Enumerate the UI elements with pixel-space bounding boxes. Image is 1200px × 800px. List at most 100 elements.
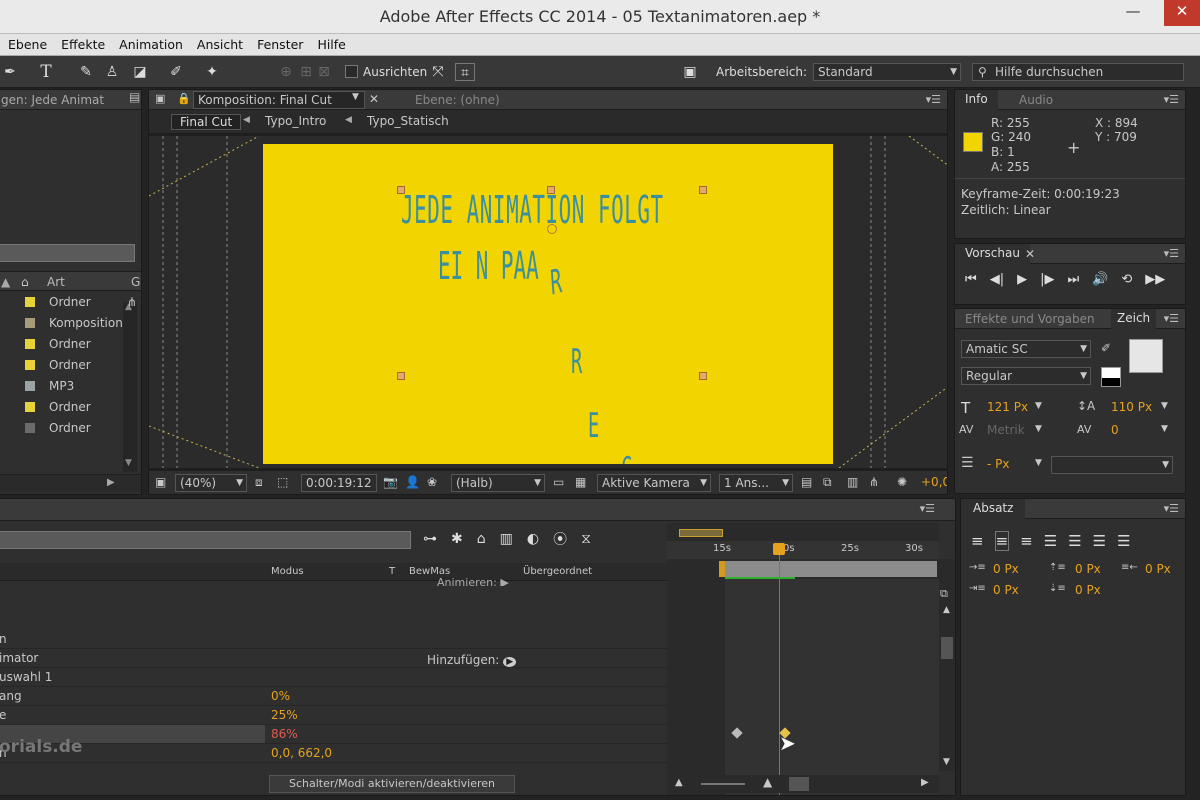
project-item[interactable]: Ordner [0,334,123,354]
col-g-header[interactable]: G [131,275,140,289]
property-value[interactable]: 0% [271,686,290,706]
lock-icon[interactable]: 🔒 [177,92,191,105]
zoom-in-icon[interactable]: ▲ [763,775,772,789]
bounding-handle-tl[interactable] [397,186,405,194]
comp-tab[interactable]: Komposition: Final Cut [193,91,365,109]
first-line-value[interactable]: 0 Px [993,583,1019,597]
timeline-row[interactable]: ang 0% [0,686,667,706]
anchor-point-icon[interactable] [547,224,557,234]
info-tab[interactable]: Info [955,90,998,110]
flowchart-view-icon[interactable]: ⋔ [869,475,879,489]
fill-color-swatch[interactable] [1129,339,1163,373]
font-size-value[interactable]: 121 Px [987,400,1028,414]
canvas-letter-c[interactable]: C [621,450,632,464]
work-area-start-handle[interactable] [719,561,725,577]
menu-ebene[interactable]: Ebene [8,34,47,56]
first-frame-icon[interactable]: ⏮ [965,272,977,287]
reset-exposure-icon[interactable]: ✺ [897,475,907,489]
play-icon[interactable]: ▶ [1017,272,1027,287]
effects-tab[interactable]: Effekte und Vorgaben [965,312,1095,326]
eyedropper-icon[interactable]: ✐ [1101,341,1111,355]
zoom-out-icon[interactable]: ▲ [675,777,683,788]
timeline-row[interactable]: n0,0, 662,0 [0,743,667,763]
brush-tool-icon[interactable]: ✎ [76,63,96,81]
comp-tab-dropdown-icon[interactable]: ▼ [352,92,359,102]
comp-canvas[interactable]: JEDE ANIMATION FOLGT EI N PAA R R E C [263,144,833,464]
sort-arrow-icon[interactable]: ▲ [1,275,10,289]
menu-animation[interactable]: Animation [119,34,183,56]
bounding-handle-tc[interactable] [547,186,555,194]
snapping-toggle-icon[interactable]: ⌗ [455,63,475,81]
font-style-select[interactable]: Regular ▼ [961,367,1091,385]
panel-menu-icon[interactable]: ▾☰ [926,93,941,106]
frame-blending-icon[interactable]: ▥ [500,531,513,547]
preview-tab-close-icon[interactable]: ✕ [1025,247,1035,261]
puppet-tool-icon[interactable]: ✦ [202,63,222,81]
canvas-letter-r1[interactable]: R [549,261,563,303]
zoom-slider[interactable]: ▲ ▲ ▶ [667,775,939,793]
close-tab-icon[interactable]: ▣ [155,92,165,105]
graph-editor-icon[interactable]: ⦿ [553,529,567,549]
label-color-swatch[interactable] [25,423,35,433]
work-area-mini[interactable] [679,529,723,537]
property-value[interactable]: 0,0, 662,0 [271,743,332,763]
col-t-header[interactable]: T [389,566,395,577]
align-left-icon[interactable]: ≡ [971,532,984,550]
col-type-header[interactable]: Art [47,275,65,289]
label-color-swatch[interactable] [25,360,35,370]
playhead-handle[interactable] [773,543,785,555]
space-before-value[interactable]: 0 Px [1075,562,1101,576]
label-color-swatch[interactable] [25,318,35,328]
exposure-value[interactable]: +0,0 [921,475,947,489]
comp-marker-icon[interactable]: ⧉ [940,587,948,601]
layer-tab[interactable]: Ebene: (ohne) [415,93,500,107]
space-after-value[interactable]: 0 Px [1075,583,1101,597]
workspace-select[interactable]: Standard ▼ [813,63,961,81]
ram-preview-icon[interactable]: ▶▶ [1145,272,1165,287]
indent-left-value[interactable]: 0 Px [993,562,1019,576]
timecode-display[interactable]: 0:00:19:12 [301,474,377,492]
last-frame-icon[interactable]: ⏭ [1067,272,1079,287]
timeline-row[interactable]: n [0,629,667,649]
breadcrumb-final-cut[interactable]: Final Cut [171,114,242,130]
fast-preview-icon[interactable]: ⧉ [823,475,832,490]
panel-menu-icon[interactable]: ▾☰ [1164,93,1179,106]
project-item[interactable]: Ordner [0,292,123,312]
roto-brush-tool-icon[interactable]: ✐ [166,63,186,81]
timeline-row[interactable]: uswahl 1 [0,667,667,687]
panel-menu-icon[interactable]: ▤ [129,90,140,104]
transparency-grid-icon[interactable]: ⬚ [277,475,288,489]
prev-frame-icon[interactable]: ◀| [990,272,1004,287]
time-ruler[interactable]: 15s 0s 25s 30s [667,541,939,559]
resolution-select[interactable]: (Halb) ▼ [451,474,545,492]
label-color-swatch[interactable] [25,339,35,349]
label-color-swatch[interactable] [25,297,35,307]
project-tab[interactable]: gen: Jede Animat [1,93,104,107]
leading-value[interactable]: 110 Px [1111,400,1152,414]
align-checkbox[interactable] [345,65,358,78]
canvas-text-line1[interactable]: JEDE ANIMATION FOLGT [401,188,664,232]
timeline-row[interactable]: imator [0,648,667,668]
menu-effekte[interactable]: Effekte [61,34,105,56]
eraser-tool-icon[interactable]: ◪ [130,63,150,81]
axis-local-icon[interactable]: ⊕ [276,63,296,81]
comp-viewer[interactable]: JEDE ANIMATION FOLGT EI N PAA R R E C [149,136,947,468]
minimize-button[interactable]: — [1118,0,1148,26]
toggle-pixel-icon[interactable]: ▤ [801,475,812,489]
canvas-letter-e[interactable]: E [588,406,599,446]
safe-zones-icon[interactable]: ⧈ [255,475,263,490]
tracking-value[interactable]: 0 [1111,423,1119,437]
bounding-handle-bl[interactable] [397,372,405,380]
col-mode-header[interactable]: Modus [271,566,304,577]
close-window-button[interactable]: ✕ [1164,0,1200,26]
audio-tab[interactable]: Audio [1019,93,1053,107]
loop-icon[interactable]: ⟲ [1121,272,1132,287]
col-parent-header[interactable]: Übergeordnet [523,566,592,577]
timeline-icon[interactable]: ▥ [847,475,858,489]
breadcrumb-typo-statisch[interactable]: Typo_Statisch [367,114,449,128]
timeline-graph[interactable]: 15s 0s 25s 30s ➤ [667,523,939,795]
bounding-handle-tr[interactable] [699,186,707,194]
snap-icon[interactable]: ⤧ [428,63,448,81]
stroke-style-select[interactable]: ▼ [1051,456,1173,474]
project-search-input[interactable] [0,244,135,262]
